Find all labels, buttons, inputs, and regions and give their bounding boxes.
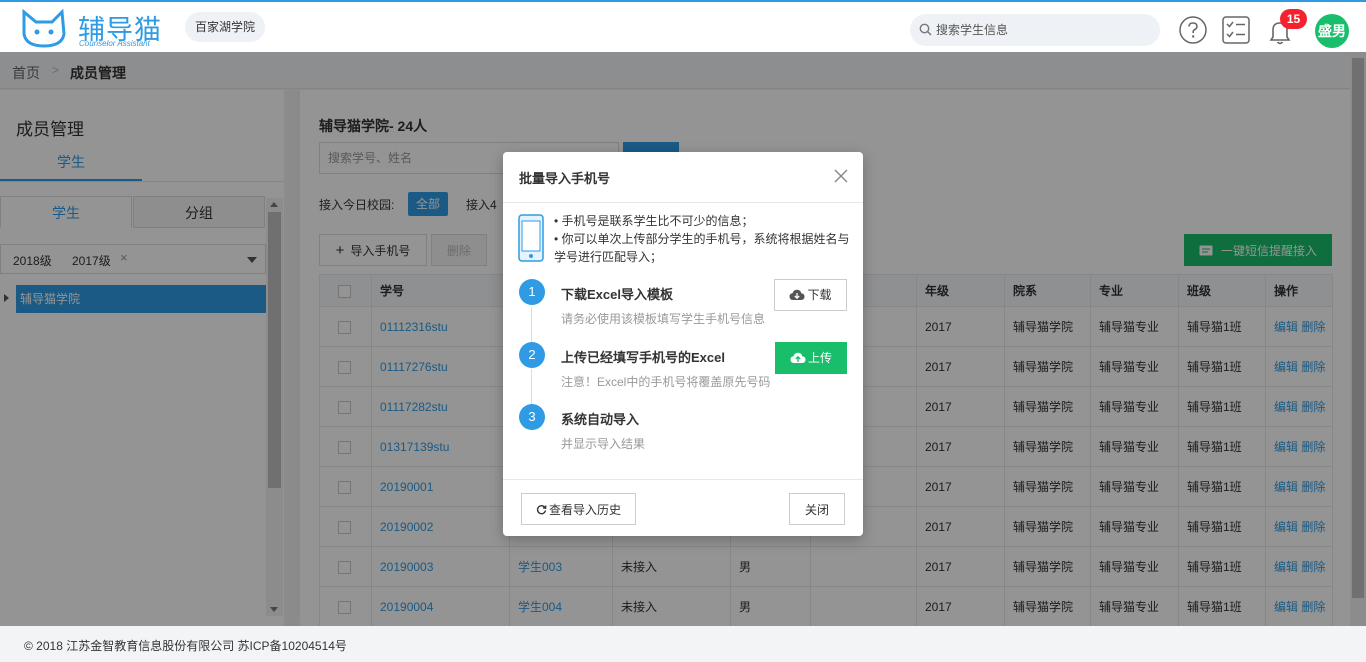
import-history-label: 查看导入历史 [548,502,621,517]
search-icon [919,23,932,36]
step-3-hint: 并显示导入结果 [561,437,646,451]
step-1-hint: 请务必使用该模板填写学生手机号信息 [561,312,766,326]
upload-label: 上传 [807,351,832,366]
checklist-icon[interactable] [1221,15,1251,45]
app-header: 辅导猫 Counselor Assistant 百家湖学院 15 盛男 [0,2,1366,52]
note-line-1: • 手机号是联系学生比不可少的信息； [554,214,754,228]
cat-logo-icon [22,8,66,48]
school-selector[interactable]: 百家湖学院 [185,12,266,42]
upload-excel-button[interactable]: 上传 [775,342,847,374]
step-2-hint: 注意！Excel中的手机号将覆盖原先号码 [561,375,771,389]
help-icon[interactable] [1178,15,1208,45]
dialog-footer-divider [503,479,863,480]
refresh-icon [536,504,547,514]
step-3-title: 系统自动导入 [561,412,640,427]
import-history-button[interactable]: 查看导入历史 [521,493,636,525]
cloud-download-icon [789,289,805,300]
logo-subtitle: Counselor Assistant [79,39,150,48]
student-search-input[interactable] [936,14,1146,46]
app-logo[interactable]: 辅导猫 Counselor Assistant [18,8,168,48]
step-2-title: 上传已经填写手机号的Excel [561,350,725,365]
note-line-2: • 你可以单次上传部分学生的手机号，系统将根据姓名与学号进行匹配导入； [554,232,850,264]
notification-badge: 15 [1280,9,1307,29]
step-1-title: 下载Excel导入模板 [561,287,673,302]
dialog-title: 批量导入手机号 [519,171,611,186]
step-2-number: 2 [519,342,545,368]
footer: © 2018 江苏金智教育信息股份有限公司 苏ICP备10204514号 [0,626,1366,662]
user-avatar[interactable]: 盛男 [1315,14,1349,48]
cloud-upload-icon [790,352,806,363]
dialog-header-divider [503,202,863,203]
step-1-number: 1 [519,279,545,305]
close-icon[interactable] [834,169,848,183]
step-3-number: 3 [519,404,545,430]
close-dialog-button[interactable]: 关闭 [789,493,845,525]
copyright-text: © 2018 江苏金智教育信息股份有限公司 苏ICP备10204514号 [24,639,347,653]
download-label: 下载 [807,288,832,303]
import-phone-dialog: 批量导入手机号 • 手机号是联系学生比不可少的信息； • 你可以单次上传部分学生… [503,152,863,536]
phone-icon [518,214,544,262]
download-template-button[interactable]: 下载 [774,279,847,311]
student-search [910,14,1160,46]
dialog-notes: • 手机号是联系学生比不可少的信息； • 你可以单次上传部分学生的手机号，系统将… [554,212,854,266]
